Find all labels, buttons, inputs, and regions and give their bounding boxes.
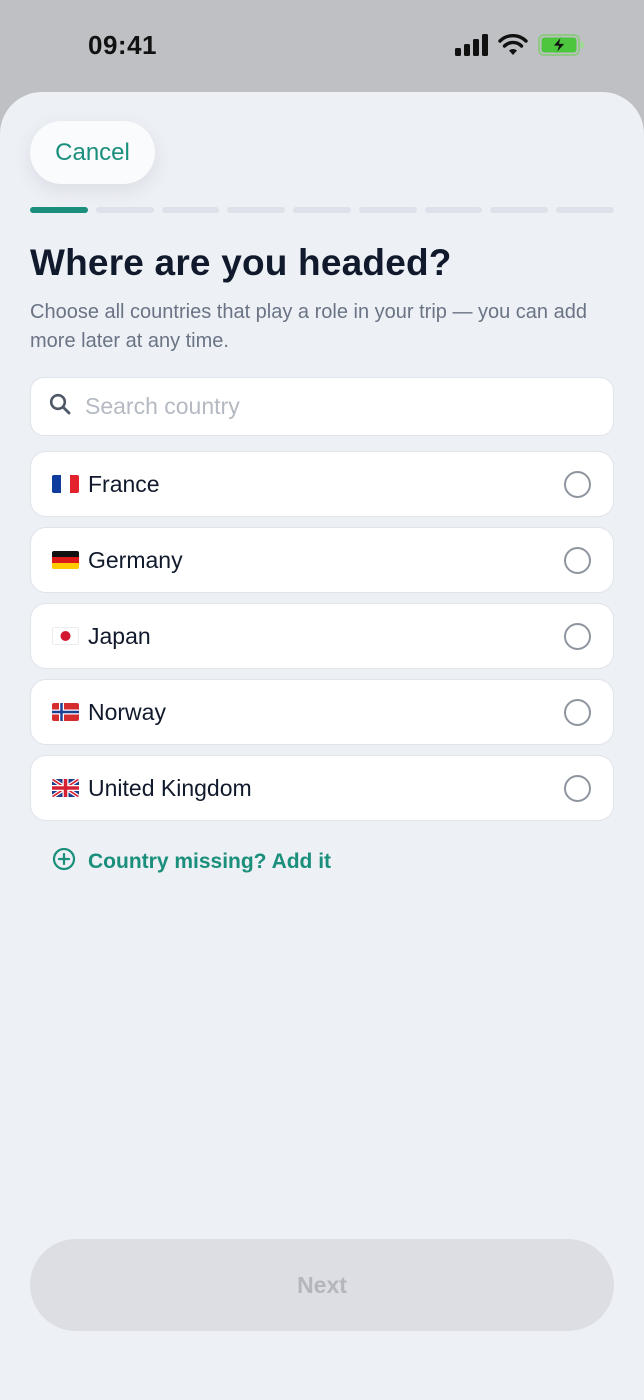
country-name: United Kingdom <box>88 774 252 801</box>
country-selection-sheet: Cancel Where are you headed? Choose all … <box>0 92 644 1400</box>
progress-step-8 <box>490 207 549 213</box>
status-bar: 09:41 <box>0 0 644 92</box>
japan-flag-icon <box>52 627 79 645</box>
add-country-link[interactable]: Country missing? Add it <box>52 847 331 876</box>
search-input[interactable] <box>85 393 585 420</box>
cancel-button[interactable]: Cancel <box>30 121 155 184</box>
next-button[interactable]: Next <box>30 1239 614 1331</box>
search-bar[interactable] <box>30 377 614 436</box>
country-name: Germany <box>88 546 183 573</box>
wifi-icon <box>498 34 528 56</box>
country-radio-france[interactable] <box>564 470 591 498</box>
progress-step-1 <box>30 207 88 213</box>
country-radio-japan[interactable] <box>564 622 591 650</box>
cellular-signal-icon <box>455 34 488 56</box>
country-list: France Germany Japan Norway United Kingd… <box>30 451 614 831</box>
united-kingdom-flag-icon <box>52 779 79 797</box>
progress-step-6 <box>358 207 417 213</box>
norway-flag-icon <box>52 703 79 721</box>
progress-step-9 <box>556 207 615 213</box>
country-item-france[interactable]: France <box>30 451 614 517</box>
germany-flag-icon <box>52 551 79 569</box>
country-item-japan[interactable]: Japan <box>30 603 614 669</box>
country-radio-germany[interactable] <box>564 546 591 574</box>
page-subtitle: Choose all countries that play a role in… <box>30 301 587 352</box>
status-icons <box>455 34 584 56</box>
country-radio-united-kingdom[interactable] <box>564 774 591 802</box>
progress-step-4 <box>227 207 286 213</box>
plus-circle-icon <box>52 847 76 876</box>
country-item-united-kingdom[interactable]: United Kingdom <box>30 755 614 821</box>
country-name: Japan <box>88 622 151 649</box>
country-name: Norway <box>88 698 166 725</box>
country-name: France <box>88 470 160 497</box>
search-icon <box>49 393 71 420</box>
country-radio-norway[interactable] <box>564 698 591 726</box>
progress-step-2 <box>95 207 154 213</box>
status-time: 09:41 <box>88 30 157 60</box>
battery-charging-icon <box>538 34 584 56</box>
progress-step-7 <box>424 207 483 213</box>
france-flag-icon <box>52 475 79 493</box>
country-item-norway[interactable]: Norway <box>30 679 614 745</box>
add-country-label: Country missing? Add it <box>88 849 332 873</box>
progress-step-3 <box>161 207 220 213</box>
step-progress-bar <box>30 207 615 213</box>
progress-step-5 <box>293 207 351 213</box>
country-item-germany[interactable]: Germany <box>30 527 614 593</box>
page-title: Where are you headed? <box>30 242 452 283</box>
